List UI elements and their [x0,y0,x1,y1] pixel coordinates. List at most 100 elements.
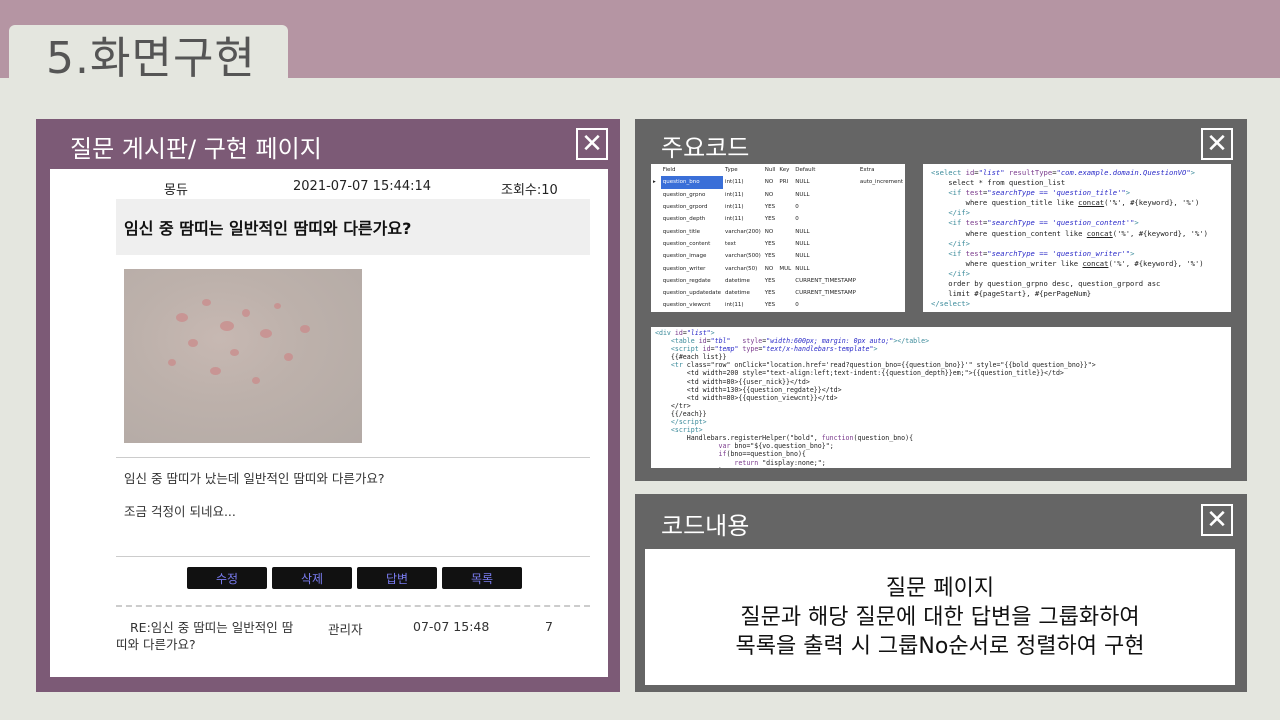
db-cell: NULL [795,228,810,235]
db-cell [858,287,905,299]
post-title: 임신 중 땀띠는 일반적인 땀띠와 다른가요? [116,199,590,255]
row-marker [651,189,661,201]
post-views: 조회수:10 [501,183,558,198]
db-cell: YES [764,277,776,284]
db-cell: question_writer [662,265,706,272]
post-body-line2: 조금 걱정이 되네요... [124,504,236,519]
db-cell: 0 [795,204,799,211]
db-cell: NO [764,191,774,198]
db-cell [858,189,905,201]
db-cell: int(11) [725,204,744,211]
db-cell [858,262,905,274]
main-code-panel: 주요코드 ✕ Field Type Null Key Default Extra… [635,119,1247,481]
post-action-buttons: 수정 삭제 답변 목록 [187,567,522,589]
db-cell: NULL [795,240,810,247]
db-schema-table: Field Type Null Key Default Extra ▸ quest… [651,164,905,312]
db-cell: question_regdate [662,277,711,284]
delete-button[interactable]: 삭제 [272,567,352,589]
db-cell: text [725,240,736,247]
desc-line2: 질문과 해당 질문에 대한 답변을 그룹화하여 [740,604,1140,630]
db-cell [777,225,793,237]
db-table-row: question_viewcnt int(11) YES 0 [651,299,905,311]
list-button[interactable]: 목록 [442,567,522,589]
db-cell [858,213,905,225]
db-cell: NO [764,228,774,235]
db-table-row: question_grpno int(11) NO NULL [651,189,905,201]
db-header-cell: Null [764,167,776,174]
db-cell: varchar(200) [725,228,761,235]
row-marker [651,225,661,237]
db-header-cell: Key [779,167,790,174]
post-author: 몽듀 [164,183,188,198]
db-cell: NO [764,179,774,186]
db-cell: question_image [662,253,707,260]
db-cell: MUL [779,265,792,272]
db-cell: auto_increment [859,179,903,186]
row-marker: ▸ [653,179,656,186]
db-cell [777,287,793,299]
db-cell: question_title [662,228,701,235]
db-cell: YES [764,253,776,260]
db-cell: YES [764,216,776,223]
row-marker [651,250,661,262]
db-cell: question_content [662,240,711,247]
post-image [124,269,362,443]
db-header-cell: Field [662,167,676,174]
db-cell [858,250,905,262]
row-marker [651,201,661,213]
reply-title[interactable]: RE:임신 중 땀띠는 일반적인 땀 띠와 다른가요? [116,619,316,653]
db-cell: varchar(500) [725,253,761,260]
db-schema-screenshot: Field Type Null Key Default Extra ▸ quest… [651,164,905,312]
db-cell: CURRENT_TIMESTAMP [795,277,856,284]
db-header-cell: Default [795,167,816,174]
post-body-line1: 임신 중 땀띠가 났는데 일반적인 땀띠와 다른가요? [124,471,385,486]
slide-title: 5.화면구현 [9,25,288,85]
db-table-row: question_depth int(11) YES 0 [651,213,905,225]
db-cell: YES [764,290,776,297]
db-cell: int(11) [725,216,744,223]
db-cell: int(11) [725,302,744,309]
code-description-box: 질문 페이지 질문과 해당 질문에 대한 답변을 그룹화하여 목록을 출력 시 … [645,549,1235,685]
db-cell: int(11) [725,179,744,186]
db-cell: datetime [725,290,750,297]
divider [116,556,590,557]
db-cell [777,299,793,311]
row-marker [651,287,661,299]
db-cell: NULL [795,265,810,272]
reply-title-line2: 띠와 다른가요? [116,637,196,652]
db-cell [777,250,793,262]
db-cell: question_grpno [662,191,706,198]
board-panel-close-icon[interactable]: ✕ [576,128,608,160]
divider [116,457,590,458]
row-marker [651,275,661,287]
db-cell [777,213,793,225]
board-panel-title: 질문 게시판/ 구현 페이지 [70,135,322,163]
desc-panel-close-icon[interactable]: ✕ [1201,504,1233,536]
reply-author: 관리자 [328,622,363,637]
reply-button[interactable]: 답변 [357,567,437,589]
db-cell [777,238,793,250]
reply-title-line1: RE:임신 중 땀띠는 일반적인 땀 [130,620,294,635]
db-cell: question_grpord [662,204,708,211]
row-marker [651,213,661,225]
reply-date: 07-07 15:48 [413,619,490,634]
row-marker [651,299,661,311]
post-meta: 몽듀 2021-07-07 15:44:14 조회수:10 [50,177,608,198]
db-cell: int(11) [725,191,744,198]
desc-line3: 목록을 출력 시 그룹No순서로 정렬하여 구현 [735,633,1145,659]
handlebars-code: <div id="list"> <table id="tbl" style="w… [655,329,1096,468]
db-cell [858,275,905,287]
db-cell: NULL [795,253,810,260]
code-description-panel: 코드내용 ✕ 질문 페이지 질문과 해당 질문에 대한 답변을 그룹화하여 목록… [635,494,1247,692]
edit-button[interactable]: 수정 [187,567,267,589]
db-table-row: question_regdate datetime YES CURRENT_TIMES… [651,275,905,287]
row-marker [651,262,661,274]
db-cell: 0 [795,216,799,223]
code-panel-close-icon[interactable]: ✕ [1201,128,1233,160]
db-table-row: question_grpord int(11) YES 0 [651,201,905,213]
dashed-divider [116,605,590,607]
desc-line1: 질문 페이지 [885,575,995,601]
db-header-cell: Extra [859,167,875,174]
board-page-panel: 질문 게시판/ 구현 페이지 ✕ 몽듀 2021-07-07 15:44:14 … [36,119,620,692]
db-table-row: ▸ question_bno int(11) NO PRI NULL auto_increm… [651,176,905,189]
